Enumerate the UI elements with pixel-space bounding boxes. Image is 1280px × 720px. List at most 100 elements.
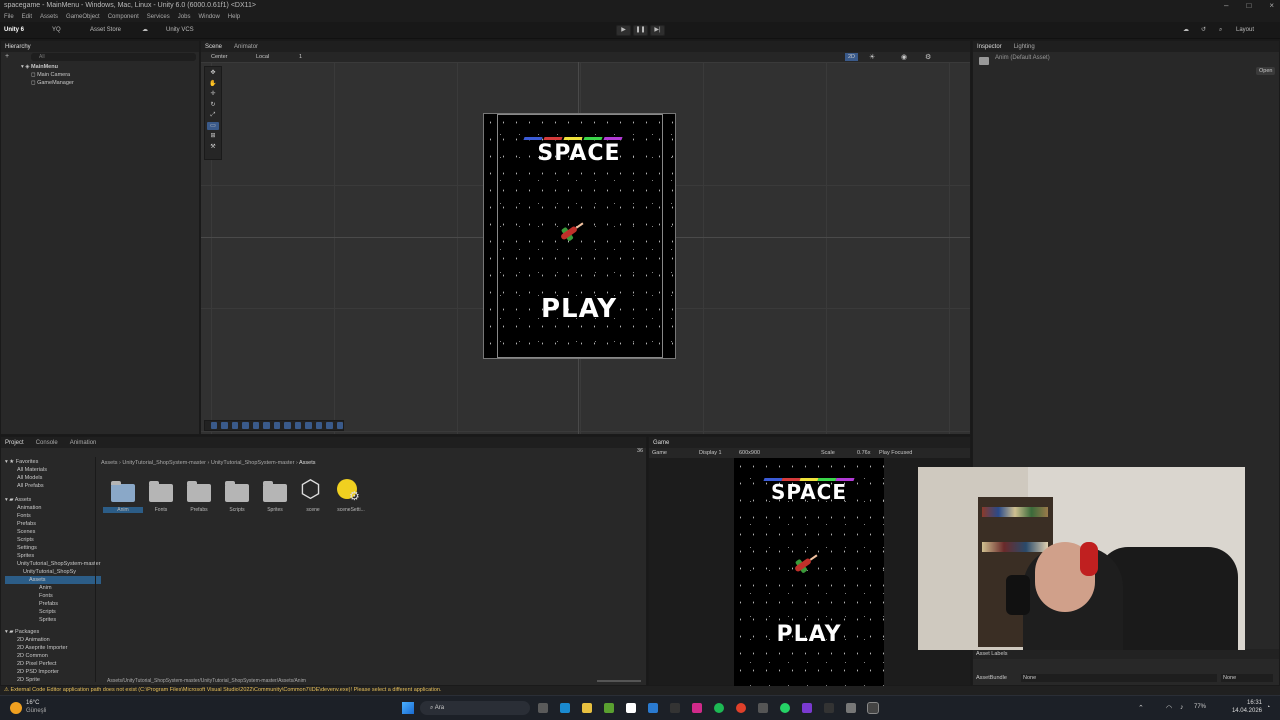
overlay-tool-icon[interactable]: [263, 422, 270, 429]
grid-item-label[interactable]: Prefabs: [179, 507, 219, 513]
play-button-art[interactable]: PLAY: [734, 622, 884, 647]
clock-time[interactable]: 16:31: [1226, 700, 1262, 706]
unity-vcs-button[interactable]: Unity VCS: [166, 26, 194, 35]
lighting-toggle-icon[interactable]: ☀: [869, 53, 875, 61]
favorites-item[interactable]: All Prefabs: [5, 482, 101, 490]
asset-folder[interactable]: Scripts: [5, 608, 101, 616]
transform-tool-icon[interactable]: ⊞: [207, 132, 219, 140]
breadcrumb-item[interactable]: UnityTutorial_ShopSystem-master: [211, 460, 295, 466]
asset-folder[interactable]: Fonts: [5, 592, 101, 600]
add-icon[interactable]: +: [5, 53, 15, 61]
package-item[interactable]: 2D Aseprite Importer: [5, 644, 101, 652]
history-icon[interactable]: ↺: [1201, 26, 1206, 35]
yq-account[interactable]: YQ: [52, 26, 61, 35]
custom-tool-icon[interactable]: ⚒: [207, 143, 219, 151]
taskbar-search[interactable]: ⌕ Ara: [420, 701, 530, 715]
favorites-item[interactable]: All Materials: [5, 466, 101, 474]
game-viewport[interactable]: SPACE PLAY: [734, 458, 884, 686]
favorites-item[interactable]: All Models: [5, 474, 101, 482]
menu-edit[interactable]: Edit: [22, 12, 32, 22]
menu-file[interactable]: File: [4, 12, 14, 22]
pause-button[interactable]: ❚❚: [633, 25, 648, 36]
battery-level[interactable]: 77%: [1194, 704, 1206, 710]
asset-bundle-dropdown[interactable]: None: [1021, 674, 1217, 682]
overlay-tool-icon[interactable]: [221, 422, 228, 429]
asset-folder[interactable]: Scripts: [5, 536, 101, 544]
packages-header[interactable]: ▾ ▰ Packages: [5, 628, 101, 636]
whatsapp-icon[interactable]: [780, 703, 790, 713]
asset-bundle-variant-dropdown[interactable]: None: [1221, 674, 1273, 682]
tab-game[interactable]: Game: [653, 440, 669, 446]
overlay-tool-icon[interactable]: [211, 422, 218, 429]
overlay-tool-icon[interactable]: [231, 422, 239, 429]
scale-value[interactable]: 0.76x: [857, 448, 870, 458]
minimize-icon[interactable]: –: [1224, 0, 1228, 12]
rect-tool-icon[interactable]: ▭: [207, 121, 219, 130]
assets-root[interactable]: ▾ ▰ Assets: [5, 496, 101, 504]
minecraft-icon[interactable]: [604, 703, 614, 713]
asset-folder[interactable]: Settings: [5, 544, 101, 552]
grid-item-label[interactable]: sceneSetti...: [331, 507, 371, 513]
icon-size-slider[interactable]: [597, 680, 641, 682]
scale-tool-icon[interactable]: ⤢: [207, 111, 219, 119]
asset-folder[interactable]: UnityTutorial_ShopSystem-master: [5, 560, 101, 568]
vs-code-icon[interactable]: [648, 703, 658, 713]
asset-folder[interactable]: Prefabs: [5, 600, 101, 608]
spotify-icon[interactable]: [714, 703, 724, 713]
edge-icon[interactable]: [560, 703, 570, 713]
game-mode-dropdown[interactable]: Game: [652, 448, 667, 458]
asset-store-button[interactable]: Asset Store: [90, 26, 121, 35]
breadcrumb-item[interactable]: Assets: [101, 460, 118, 466]
package-item[interactable]: 2D Animation: [5, 636, 101, 644]
tab-hierarchy[interactable]: Hierarchy: [5, 44, 31, 50]
chrome-icon[interactable]: [736, 703, 746, 713]
notification-icon[interactable]: ◔: [1266, 704, 1270, 711]
space-dropdown[interactable]: Local: [256, 54, 269, 60]
overlay-tool-icon[interactable]: [305, 422, 312, 429]
overlay-tool-icon[interactable]: [242, 422, 249, 429]
cloud-icon[interactable]: ☁: [142, 26, 148, 35]
open-button[interactable]: Open: [1256, 67, 1276, 75]
view-tool-icon[interactable]: ✥: [207, 69, 219, 77]
menu-gameobject[interactable]: GameObject: [66, 12, 100, 22]
tab-animation[interactable]: Animation: [70, 440, 97, 446]
menu-assets[interactable]: Assets: [40, 12, 58, 22]
grid-item-label[interactable]: scene: [293, 507, 333, 513]
maximize-icon[interactable]: □: [1246, 0, 1251, 12]
task-view-icon[interactable]: [538, 703, 548, 713]
folder-icon[interactable]: [187, 481, 211, 502]
tab-animator[interactable]: Animator: [234, 44, 258, 50]
menu-component[interactable]: Component: [108, 12, 139, 22]
step-button[interactable]: ▶|: [650, 25, 665, 36]
asset-folder[interactable]: Fonts: [5, 512, 101, 520]
unity-scene-icon[interactable]: ⬡: [300, 477, 321, 503]
hierarchy-item-main-camera[interactable]: ◻ Main Camera: [21, 71, 74, 79]
unity-editor-icon[interactable]: [867, 702, 879, 714]
tab-project[interactable]: Project: [5, 440, 24, 446]
menu-window[interactable]: Window: [198, 12, 219, 22]
asset-folder[interactable]: UnityTutorial_ShopSy: [5, 568, 101, 576]
overlay-tool-icon[interactable]: [294, 422, 302, 429]
toggle-2d-button[interactable]: 2D: [845, 53, 859, 61]
favorites-header[interactable]: ▾ ★ Favorites: [5, 458, 101, 466]
asset-folder[interactable]: Sprites: [5, 552, 101, 560]
pivot-dropdown[interactable]: Center: [211, 54, 228, 60]
grid-item-label[interactable]: Anim: [103, 507, 143, 513]
tab-lighting[interactable]: Lighting: [1014, 44, 1035, 50]
volume-icon[interactable]: ♪: [1180, 704, 1184, 711]
file-explorer-icon[interactable]: [582, 703, 592, 713]
game-canvas-preview[interactable]: SPACE PLAY: [483, 113, 676, 359]
folder-icon[interactable]: [111, 481, 135, 502]
overlay-tool-icon[interactable]: [252, 422, 260, 429]
capcut-icon[interactable]: [824, 703, 834, 713]
wifi-icon[interactable]: ◠: [1166, 704, 1172, 712]
photos-icon[interactable]: [692, 703, 702, 713]
scene-viewport[interactable]: SPACE PLAY: [201, 62, 970, 434]
close-icon[interactable]: ×: [1269, 0, 1274, 12]
visibility-icon[interactable]: ◉: [901, 53, 907, 61]
console-status-message[interactable]: ⚠ External Code Editor application path …: [0, 686, 1280, 695]
asset-folder[interactable]: Anim: [5, 584, 101, 592]
package-item[interactable]: 2D Common: [5, 652, 101, 660]
github-icon[interactable]: [846, 703, 856, 713]
gizmos-icon[interactable]: ⚙: [925, 53, 931, 61]
